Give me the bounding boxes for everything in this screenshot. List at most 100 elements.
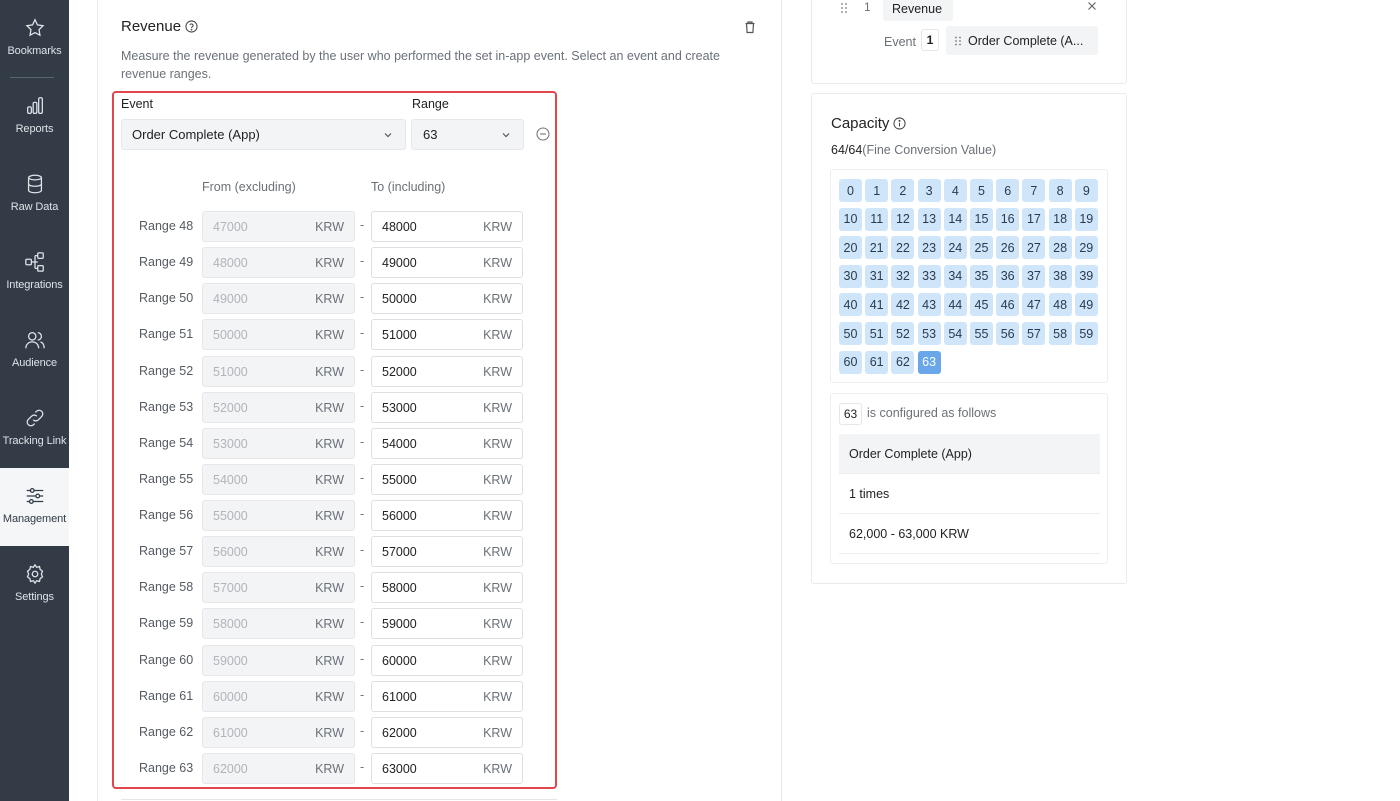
- event-select[interactable]: Order Complete (App): [121, 119, 406, 150]
- conversion-value-cell[interactable]: 0: [839, 179, 862, 202]
- conversion-value-cell[interactable]: 28: [1048, 236, 1072, 260]
- conversion-value-cell[interactable]: 50: [839, 322, 862, 345]
- conversion-value-cell[interactable]: 46: [996, 293, 1020, 317]
- conversion-value-cell[interactable]: 56: [996, 322, 1020, 345]
- sidebar-item-reports[interactable]: Reports: [0, 78, 69, 156]
- conversion-value-cell[interactable]: 27: [1022, 236, 1046, 260]
- conversion-value-cell[interactable]: 24: [943, 236, 967, 260]
- conversion-value-cell[interactable]: 13: [917, 207, 941, 231]
- sidebar-item-settings[interactable]: Settings: [0, 546, 69, 624]
- remove-circle-icon[interactable]: [536, 127, 550, 141]
- conversion-value-cell[interactable]: 26: [996, 236, 1020, 260]
- conversion-value-cell[interactable]: 51: [865, 322, 889, 345]
- help-icon[interactable]: [185, 20, 198, 33]
- range-to-input[interactable]: 62000 KRW: [371, 716, 523, 748]
- conversion-value-cell[interactable]: 52: [891, 322, 915, 345]
- conversion-value-cell[interactable]: 21: [865, 236, 889, 260]
- range-to-input[interactable]: 49000 KRW: [371, 247, 523, 279]
- conversion-value-cell[interactable]: 4: [943, 179, 967, 202]
- conversion-value-cell[interactable]: 35: [970, 264, 993, 288]
- conversion-value-cell[interactable]: 16: [996, 207, 1020, 231]
- range-to-input[interactable]: 61000 KRW: [371, 680, 523, 712]
- conversion-value-cell[interactable]: 14: [943, 207, 967, 231]
- conversion-value-cell[interactable]: 59: [1074, 322, 1098, 345]
- range-to-input[interactable]: 57000 KRW: [371, 536, 523, 568]
- drag-handle-icon: [955, 36, 961, 45]
- conversion-value-cell[interactable]: 3: [917, 179, 941, 202]
- event-chip[interactable]: Order Complete (A...: [946, 26, 1098, 55]
- sidebar-item-management[interactable]: Management: [0, 468, 69, 546]
- conversion-value-cell[interactable]: 9: [1074, 179, 1098, 202]
- range-to-input[interactable]: 50000 KRW: [371, 283, 523, 315]
- conversion-value-cell[interactable]: 45: [970, 293, 993, 317]
- conversion-value-cell[interactable]: 55: [970, 322, 993, 345]
- conversion-value-cell[interactable]: 37: [1022, 264, 1046, 288]
- conversion-value-cell[interactable]: 12: [891, 207, 915, 231]
- conversion-value-cell[interactable]: 48: [1048, 293, 1072, 317]
- conversion-value-cell[interactable]: 23: [917, 236, 941, 260]
- conversion-value-cell[interactable]: 36: [996, 264, 1020, 288]
- sidebar-item-raw-data[interactable]: Raw Data: [0, 156, 69, 234]
- drag-handle-icon[interactable]: [840, 2, 848, 14]
- range-to-input[interactable]: 59000 KRW: [371, 608, 523, 640]
- conversion-value-cell[interactable]: 11: [865, 207, 889, 231]
- conversion-value-cell[interactable]: 19: [1074, 207, 1098, 231]
- sidebar-item-tracking-link[interactable]: Tracking Link: [0, 390, 69, 468]
- conversion-value-cell[interactable]: 60: [839, 350, 862, 374]
- conversion-value-cell[interactable]: 10: [839, 207, 862, 231]
- trash-icon[interactable]: [743, 20, 757, 34]
- conversion-value-cell[interactable]: 31: [865, 264, 889, 288]
- conversion-value-cell[interactable]: 29: [1074, 236, 1098, 260]
- range-to-input[interactable]: 53000 KRW: [371, 391, 523, 423]
- conversion-value-cell[interactable]: 54: [943, 322, 967, 345]
- info-icon[interactable]: [893, 117, 906, 130]
- conversion-value-cell[interactable]: 20: [839, 236, 862, 260]
- conversion-value-cell[interactable]: 30: [839, 264, 862, 288]
- conversion-value-cell[interactable]: 40: [839, 293, 862, 317]
- conversion-value-cell[interactable]: 47: [1022, 293, 1046, 317]
- conversion-value-cell[interactable]: 58: [1048, 322, 1072, 345]
- conversion-value-cell[interactable]: 6: [996, 179, 1020, 202]
- conversion-value-cell[interactable]: 44: [943, 293, 967, 317]
- currency-label: KRW: [483, 364, 512, 379]
- conversion-value-cell[interactable]: 53: [917, 322, 941, 345]
- sidebar-item-integrations[interactable]: Integrations: [0, 234, 69, 312]
- conversion-value-cell[interactable]: 5: [970, 179, 993, 202]
- range-to-input[interactable]: 54000 KRW: [371, 427, 523, 459]
- conversion-value-cell[interactable]: 62: [891, 350, 915, 374]
- conversion-value-cell[interactable]: 49: [1074, 293, 1098, 317]
- conversion-value-cell[interactable]: 63: [917, 350, 941, 374]
- range-to-input[interactable]: 63000 KRW: [371, 752, 523, 784]
- conversion-value-cell[interactable]: 8: [1048, 179, 1072, 202]
- conversion-value-cell[interactable]: 61: [865, 350, 889, 374]
- close-icon[interactable]: [1087, 1, 1097, 11]
- conversion-value-cell[interactable]: 2: [891, 179, 915, 202]
- range-to-input[interactable]: 52000 KRW: [371, 355, 523, 387]
- range-to-input[interactable]: 56000 KRW: [371, 500, 523, 532]
- conversion-value-cell[interactable]: 34: [943, 264, 967, 288]
- sidebar-item-bookmarks[interactable]: Bookmarks: [0, 0, 69, 78]
- conversion-value-cell[interactable]: 22: [891, 236, 915, 260]
- conversion-value-cell[interactable]: 38: [1048, 264, 1072, 288]
- conversion-value-cell[interactable]: 18: [1048, 207, 1072, 231]
- range-to-input[interactable]: 48000 KRW: [371, 211, 523, 242]
- conversion-value-cell[interactable]: 41: [865, 293, 889, 317]
- sidebar-item-audience[interactable]: Audience: [0, 312, 69, 390]
- conversion-value-cell[interactable]: 42: [891, 293, 915, 317]
- conversion-value-cell[interactable]: 1: [865, 179, 889, 202]
- range-to-input[interactable]: 58000 KRW: [371, 572, 523, 604]
- conversion-value-cell[interactable]: 57: [1022, 322, 1046, 345]
- conversion-value-cell[interactable]: 39: [1074, 264, 1098, 288]
- conversion-value-cell[interactable]: 15: [970, 207, 993, 231]
- conversion-value-cell[interactable]: 17: [1022, 207, 1046, 231]
- range-to-input[interactable]: 60000 KRW: [371, 644, 523, 676]
- conversion-value-cell[interactable]: 32: [891, 264, 915, 288]
- conversion-value-cell[interactable]: 33: [917, 264, 941, 288]
- conversion-value-cell[interactable]: 43: [917, 293, 941, 317]
- range-to-input[interactable]: 55000 KRW: [371, 463, 523, 495]
- conversion-value-cell[interactable]: 25: [970, 236, 993, 260]
- range-to-input[interactable]: 51000 KRW: [371, 319, 523, 351]
- revenue-chip[interactable]: Revenue: [883, 0, 953, 21]
- conversion-value-cell[interactable]: 7: [1022, 179, 1046, 202]
- range-select[interactable]: 63: [411, 119, 524, 150]
